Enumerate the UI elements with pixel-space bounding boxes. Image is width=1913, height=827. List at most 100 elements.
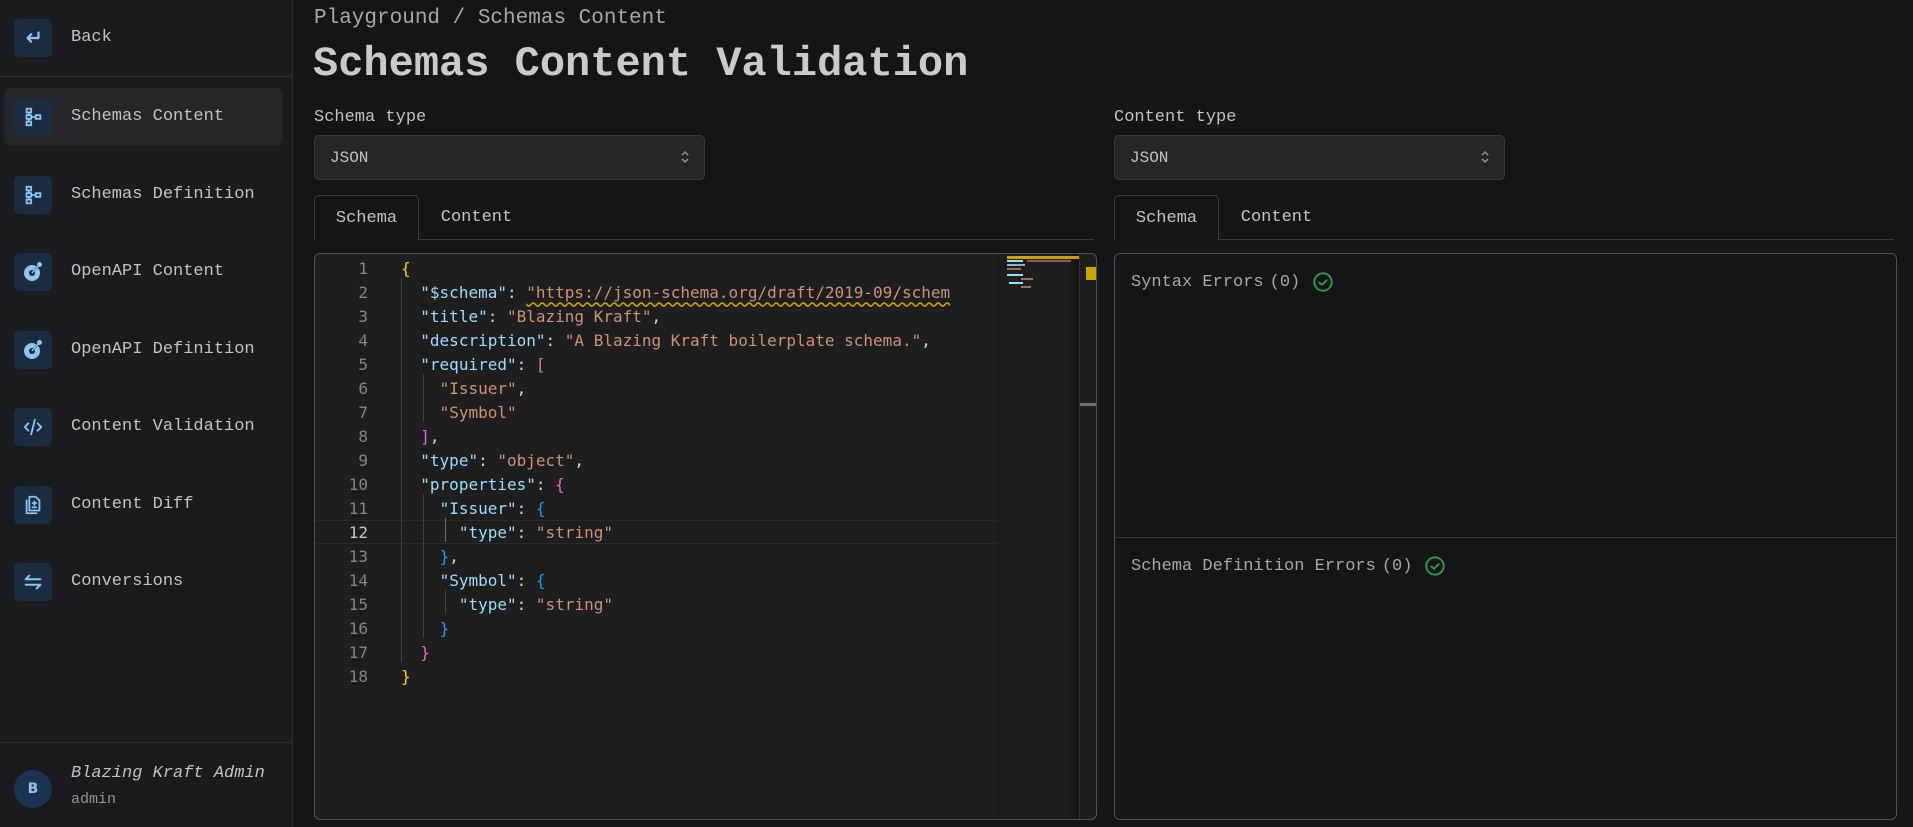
- syntax-errors-title: Syntax Errors (0): [1131, 271, 1334, 293]
- breadcrumb: Playground / Schemas Content: [314, 7, 667, 30]
- code-text: "Symbol": [439, 402, 517, 422]
- line-number: 5: [358, 354, 368, 374]
- code-text: "required": [: [420, 354, 546, 374]
- line-number: 13: [348, 546, 368, 566]
- line-number: 14: [348, 570, 368, 590]
- code-text: "type": "string": [458, 522, 613, 542]
- code-line[interactable]: 14 "Symbol": {: [315, 568, 997, 592]
- tab-schema[interactable]: Schema: [1114, 195, 1219, 241]
- left-tabs: Schema Content: [314, 195, 1094, 241]
- code-line[interactable]: 18}: [315, 664, 997, 688]
- line-number: 4: [358, 330, 368, 350]
- vertical-scrollbar[interactable]: [1079, 254, 1096, 819]
- schema-type-value: JSON: [330, 148, 369, 167]
- openapi-icon: [14, 330, 52, 369]
- code-line[interactable]: 17 }: [315, 640, 997, 664]
- scrollbar-thumb[interactable]: [1080, 403, 1096, 406]
- content-type-value: JSON: [1130, 148, 1169, 167]
- indent-guide: [445, 518, 446, 542]
- right-tabs: Schema Content: [1114, 195, 1894, 241]
- schema-definition-errors-section: Schema Definition Errors (0): [1115, 538, 1896, 819]
- selector-icon: [1480, 148, 1490, 166]
- schema-icon: [14, 175, 52, 214]
- check-circle-icon: [1424, 555, 1446, 577]
- code-line[interactable]: 7 "Symbol": [315, 400, 997, 424]
- content-type-select[interactable]: JSON: [1114, 135, 1505, 180]
- code-line[interactable]: 13 },: [315, 544, 997, 568]
- result-count: (0): [1381, 556, 1413, 576]
- code-text: }: [420, 642, 430, 662]
- code-line[interactable]: 11 "Issuer": {: [315, 496, 997, 520]
- sidebar-item-openapi-definition[interactable]: OpenAPI Definition: [4, 321, 282, 378]
- tab-content[interactable]: Content: [1219, 195, 1334, 240]
- code-editor[interactable]: 1{2 "$schema": "https://json-schema.org/…: [314, 253, 1097, 820]
- sidebar-item-content-diff[interactable]: Content Diff: [4, 476, 282, 533]
- code-text: "title": "Blazing Kraft",: [420, 306, 662, 326]
- back-label: Back: [71, 28, 112, 47]
- code-text: "Issuer",: [439, 378, 527, 398]
- code-line[interactable]: 4 "description": "A Blazing Kraft boiler…: [315, 328, 997, 352]
- sidebar-item-label: Content Validation: [71, 417, 255, 436]
- line-number: 1: [358, 258, 368, 278]
- minimap[interactable]: [997, 254, 1079, 819]
- line-number: 18: [348, 666, 368, 686]
- sidebar-item-label: Schemas Content: [71, 107, 225, 126]
- sidebar-item-content-validation[interactable]: Content Validation: [4, 398, 282, 455]
- code-text: "type": "object",: [420, 450, 585, 470]
- line-number: 11: [348, 498, 368, 518]
- sidebar-item-conversions[interactable]: Conversions: [4, 553, 282, 610]
- code-line[interactable]: 1{: [315, 256, 997, 280]
- code-line[interactable]: 2 "$schema": "https://json-schema.org/dr…: [315, 280, 997, 304]
- tab-content[interactable]: Content: [419, 195, 534, 240]
- page-title: Schemas Content Validation: [313, 40, 969, 88]
- syntax-errors-section: Syntax Errors (0): [1115, 254, 1896, 537]
- sidebar-item-label: OpenAPI Content: [71, 262, 225, 281]
- code-text: "description": "A Blazing Kraft boilerpl…: [420, 330, 931, 350]
- code-text: }: [401, 666, 411, 686]
- code-text: "type": "string": [458, 594, 613, 614]
- tab-schema[interactable]: Schema: [314, 195, 419, 241]
- sidebar-item-schemas-content[interactable]: Schemas Content: [4, 88, 282, 145]
- results-panel: Syntax Errors (0) Schema Definition Erro…: [1114, 253, 1897, 820]
- schema-definition-errors-title: Schema Definition Errors (0): [1131, 555, 1446, 577]
- file-diff-icon: [14, 485, 52, 524]
- code-line[interactable]: 15 "type": "string": [315, 592, 997, 616]
- back-button[interactable]: Back: [4, 9, 282, 66]
- code-line[interactable]: 5 "required": [: [315, 352, 997, 376]
- code-line[interactable]: 9 "type": "object",: [315, 448, 997, 472]
- sidebar-item-label: OpenAPI Definition: [71, 340, 255, 359]
- schema-type-label: Schema type: [314, 108, 427, 127]
- code-line[interactable]: 3 "title": "Blazing Kraft",: [315, 304, 997, 328]
- line-number: 16: [348, 618, 368, 638]
- line-number: 12: [348, 522, 368, 542]
- code-line[interactable]: 16 }: [315, 616, 997, 640]
- line-number: 8: [358, 426, 368, 446]
- code-text: }: [439, 618, 450, 638]
- schema-type-select[interactable]: JSON: [314, 135, 705, 180]
- sidebar-item-label: Conversions: [71, 572, 184, 591]
- divider: [0, 742, 293, 743]
- sidebar-item-label: Schemas Definition: [71, 185, 255, 204]
- line-number: 10: [348, 474, 368, 494]
- selector-icon: [680, 148, 690, 166]
- result-title-text: Schema Definition Errors: [1131, 556, 1376, 576]
- warning-marker: [1086, 267, 1096, 280]
- code-text: },: [439, 546, 459, 566]
- code-line[interactable]: 6 "Issuer",: [315, 376, 997, 400]
- line-number: 3: [358, 306, 368, 326]
- result-count: (0): [1269, 272, 1301, 292]
- content-type-label: Content type: [1114, 108, 1237, 127]
- check-circle-icon: [1312, 271, 1334, 293]
- line-number: 17: [348, 642, 368, 662]
- code-line[interactable]: 10 "properties": {: [315, 472, 997, 496]
- user-name: Blazing Kraft Admin: [71, 764, 265, 783]
- code-line[interactable]: 12 "type": "string": [315, 520, 997, 544]
- code-text: "properties": {: [420, 474, 565, 494]
- avatar[interactable]: B: [14, 770, 52, 808]
- indent-guide: [401, 278, 402, 662]
- sidebar-item-openapi-content[interactable]: OpenAPI Content: [4, 243, 282, 300]
- indent-guide: [423, 494, 424, 638]
- sidebar: Back Schemas Content Schemas Definition …: [0, 0, 293, 827]
- sidebar-item-schemas-definition[interactable]: Schemas Definition: [4, 166, 282, 223]
- code-line[interactable]: 8 ],: [315, 424, 997, 448]
